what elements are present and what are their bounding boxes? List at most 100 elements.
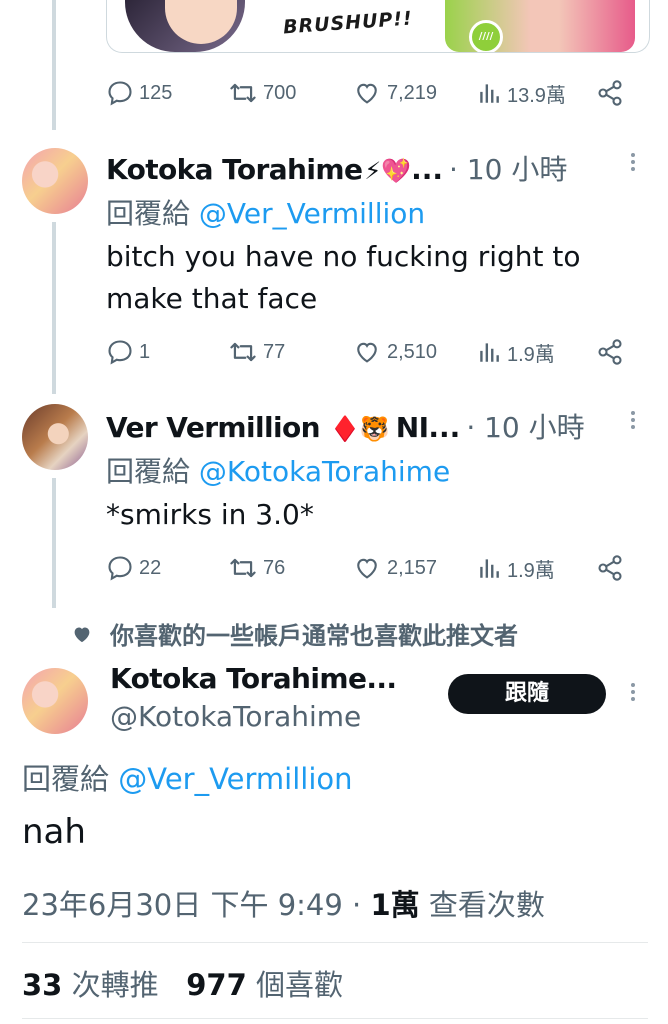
- reply-icon: [108, 340, 132, 365]
- tweet-actions: 22 76 2,157 1.9萬: [106, 553, 626, 583]
- retweet-icon: [230, 342, 256, 362]
- reply-prefix: 回覆給: [22, 762, 110, 796]
- views-count: 1.9萬: [507, 559, 555, 582]
- tweet-date[interactable]: 23年6月30日 下午 9:49: [22, 888, 343, 922]
- name-emojis: ♦️🐯: [329, 415, 390, 443]
- engagement-stats: 33 次轉推 977 個喜歡: [22, 962, 343, 1004]
- views-icon: [480, 84, 499, 103]
- like-count: 7,219: [387, 81, 438, 104]
- name-ellipsis: ...: [411, 153, 444, 186]
- thread-line: [52, 222, 56, 394]
- thread-line: [52, 0, 56, 130]
- retweet-count: 77: [263, 340, 286, 363]
- reply-handle-link[interactable]: @Ver_Vermillion: [199, 197, 425, 230]
- tweet-actions: 1 77 2,510 1.9萬: [106, 337, 626, 367]
- tweet-header: Ver Vermillion ♦️🐯 NI ... · 10 小時: [106, 406, 585, 446]
- timestamp[interactable]: · 10 小時: [466, 406, 584, 446]
- share-button[interactable]: [596, 337, 624, 367]
- tweet-text: bitch you have no fucking right to make …: [106, 240, 581, 315]
- character-art-left: [125, 0, 245, 52]
- retweets-count: 33: [22, 968, 63, 1002]
- more-options-icon[interactable]: [628, 680, 638, 708]
- retweet-button[interactable]: 77: [228, 337, 285, 367]
- heart-icon: [357, 558, 377, 579]
- reply-button[interactable]: 1: [106, 337, 150, 367]
- reply-count: 22: [139, 556, 162, 579]
- retweet-button[interactable]: 700: [228, 78, 296, 108]
- reply-handle-link[interactable]: @KotokaTorahime: [199, 455, 450, 488]
- tweet-meta: 23年6月30日 下午 9:49 · 1萬 查看次數: [22, 882, 545, 924]
- reply-icon: [108, 556, 132, 581]
- banner-text: BRUSHUP!!: [282, 7, 414, 39]
- media-image[interactable]: BRUSHUP!! ////: [106, 0, 650, 53]
- reply-context: 回覆給 @Ver_Vermillion: [106, 192, 425, 232]
- avatar[interactable]: [22, 668, 88, 734]
- tweet-text: *smirks in 3.0*: [106, 498, 314, 531]
- reply-prefix: 回覆給: [106, 455, 191, 488]
- main-tweet-header: Kotoka Torahime...: [110, 662, 397, 695]
- share-button[interactable]: [596, 78, 624, 108]
- display-name[interactable]: Ver Vermillion: [106, 411, 321, 444]
- share-icon: [598, 80, 622, 106]
- like-button[interactable]: 2,510: [352, 337, 437, 367]
- share-button[interactable]: [596, 553, 624, 583]
- more-options-icon[interactable]: [628, 408, 638, 436]
- views-button[interactable]: 1.9萬: [476, 337, 555, 367]
- reply-handle-link[interactable]: @Ver_Vermillion: [118, 762, 352, 796]
- timestamp[interactable]: · 10 小時: [449, 148, 567, 188]
- retweets-stat[interactable]: 33 次轉推: [22, 968, 159, 1002]
- like-button[interactable]: 2,157: [352, 553, 437, 583]
- views-count: 13.9萬: [507, 84, 566, 107]
- retweet-icon: [230, 558, 256, 578]
- retweet-count: 76: [263, 556, 286, 579]
- tweet-actions: 125 700 7,219 13.9萬: [106, 78, 626, 108]
- reply-count: 1: [139, 340, 151, 363]
- likes-label: 個喜歡: [256, 968, 344, 1002]
- display-name[interactable]: Kotoka Torahime...: [110, 662, 397, 695]
- reply-prefix: 回覆給: [106, 197, 191, 230]
- divider: [22, 1018, 648, 1019]
- views-label: 查看次數: [428, 888, 545, 922]
- user-handle[interactable]: @KotokaTorahime: [110, 700, 361, 733]
- likes-stat[interactable]: 977 個喜歡: [186, 968, 343, 1002]
- display-name[interactable]: Kotoka Torahime: [106, 153, 363, 186]
- retweet-button[interactable]: 76: [228, 553, 285, 583]
- name-ellipsis: ...: [428, 411, 461, 444]
- reply-count: 125: [139, 81, 173, 104]
- name-emojis: ⚡💖: [364, 157, 412, 185]
- share-icon: [598, 555, 622, 581]
- divider: [22, 942, 648, 943]
- reply-icon: [108, 81, 132, 106]
- tweet-text: nah: [22, 812, 86, 852]
- heart-icon: [357, 342, 377, 363]
- retweets-label: 次轉推: [71, 968, 159, 1002]
- display-name-tail: NI: [395, 411, 429, 444]
- like-count: 2,157: [387, 556, 438, 579]
- views-count: 1.9萬: [507, 343, 555, 366]
- views-icon: [480, 559, 499, 578]
- more-options-icon[interactable]: [628, 150, 638, 178]
- heart-icon: [357, 83, 377, 104]
- views-icon: [480, 343, 499, 362]
- likes-count: 977: [186, 968, 247, 1002]
- reply-context: 回覆給 @KotokaTorahime: [106, 450, 450, 490]
- views-button[interactable]: 1.9萬: [476, 553, 555, 583]
- social-context-text: 你喜歡的一些帳戶通常也喜歡此推文者: [110, 622, 518, 650]
- reply-context: 回覆給 @Ver_Vermillion: [22, 756, 353, 798]
- like-button[interactable]: 7,219: [352, 78, 437, 108]
- views-button[interactable]: 13.9萬: [476, 78, 566, 108]
- social-context: 你喜歡的一些帳戶通常也喜歡此推文者: [72, 616, 518, 651]
- avatar[interactable]: [22, 404, 88, 470]
- follow-button[interactable]: 跟隨: [448, 674, 606, 714]
- reply-button[interactable]: 125: [106, 78, 172, 108]
- banner-badge: ////: [469, 20, 503, 52]
- retweet-count: 700: [263, 81, 297, 104]
- thread-line: [52, 478, 56, 608]
- meta-separator: ·: [352, 888, 371, 922]
- retweet-icon: [230, 83, 256, 103]
- tweet-header: Kotoka Torahime ⚡💖 ... · 10 小時: [106, 148, 567, 188]
- avatar[interactable]: [22, 148, 88, 214]
- reply-button[interactable]: 22: [106, 553, 161, 583]
- heart-filled-icon: [74, 626, 90, 642]
- views-count: 1萬: [370, 888, 420, 922]
